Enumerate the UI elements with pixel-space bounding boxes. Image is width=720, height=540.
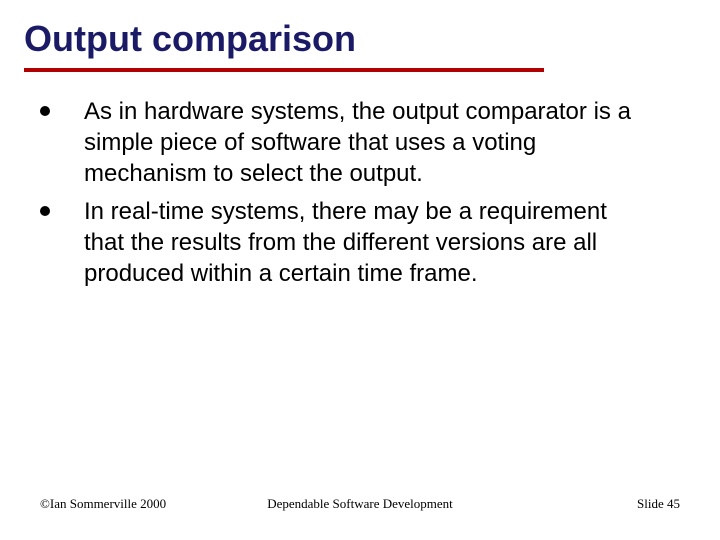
- title-block: Output comparison: [0, 0, 720, 60]
- list-item: In real-time systems, there may be a req…: [40, 196, 680, 290]
- slide: Output comparison As in hardware systems…: [0, 0, 720, 540]
- slide-title: Output comparison: [24, 18, 720, 60]
- bullet-text: As in hardware systems, the output compa…: [84, 96, 644, 190]
- slide-body: As in hardware systems, the output compa…: [0, 72, 720, 289]
- footer-center: Dependable Software Development: [267, 496, 453, 512]
- footer-right: Slide 45: [637, 496, 680, 512]
- bullet-text: In real-time systems, there may be a req…: [84, 196, 644, 290]
- footer-left: ©Ian Sommerville 2000: [40, 496, 166, 512]
- list-item: As in hardware systems, the output compa…: [40, 96, 680, 190]
- bullet-icon: [40, 206, 50, 216]
- slide-footer: ©Ian Sommerville 2000 Dependable Softwar…: [0, 496, 720, 512]
- bullet-icon: [40, 106, 50, 116]
